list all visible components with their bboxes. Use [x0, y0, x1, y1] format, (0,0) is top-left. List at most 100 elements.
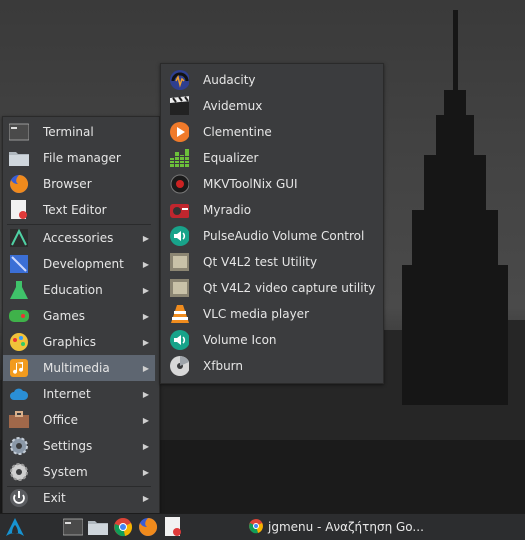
text-editor-icon: [9, 200, 29, 220]
submenu-arrow-icon: ▶: [142, 441, 149, 451]
system-icon: [9, 462, 29, 482]
taskbar-task-jgmenu[interactable]: jgmenu - Αναζήτηση Go...: [248, 516, 424, 538]
menu-item-label: VLC media player: [203, 307, 310, 321]
equalizer-icon: [169, 148, 189, 168]
chrome-launcher-icon[interactable]: [113, 517, 133, 537]
menu-item-exit[interactable]: Exit ▶: [3, 485, 155, 511]
menu-item-label: Office: [43, 413, 79, 427]
menu-item-label: Exit: [43, 491, 66, 505]
menu-item-internet[interactable]: Internet ▶: [3, 381, 155, 407]
menu-item-label: Myradio: [203, 203, 252, 217]
arch-logo-icon[interactable]: [5, 517, 25, 537]
multimedia-submenu: Audacity Avidemux Clementine Equalizer M…: [160, 63, 384, 384]
menu-item-browser[interactable]: Browser: [3, 171, 155, 197]
avidemux-icon: [169, 96, 189, 116]
menu-item-label: File manager: [43, 151, 121, 165]
menu-item-label: Qt V4L2 test Utility: [203, 255, 318, 269]
menu-item-text-editor[interactable]: Text Editor: [3, 197, 155, 223]
menu-item-label: Terminal: [43, 125, 94, 139]
menu-item-qt-v4l2-test[interactable]: Qt V4L2 test Utility: [161, 249, 383, 275]
menu-item-label: Multimedia: [43, 361, 110, 375]
power-icon: [9, 488, 29, 508]
submenu-arrow-icon: ▶: [142, 311, 149, 321]
vlc-icon: [169, 304, 189, 324]
myradio-icon: [169, 200, 189, 220]
text-editor-launcher-icon[interactable]: [163, 517, 183, 537]
menu-item-label: Accessories: [43, 231, 114, 245]
qt-v4l2-capture-icon: [169, 278, 189, 298]
menu-item-terminal[interactable]: Terminal: [3, 119, 155, 145]
menu-item-multimedia[interactable]: Multimedia ▶: [3, 355, 155, 381]
menu-item-label: Avidemux: [203, 99, 263, 113]
menu-item-education[interactable]: Education ▶: [3, 277, 155, 303]
accessories-icon: [9, 228, 29, 248]
menu-item-clementine[interactable]: Clementine: [161, 119, 383, 145]
menu-item-development[interactable]: Development ▶: [3, 251, 155, 277]
menu-item-file-manager[interactable]: File manager: [3, 145, 155, 171]
menu-item-label: MKVToolNix GUI: [203, 177, 298, 191]
terminal-icon: [9, 122, 29, 142]
menu-item-system[interactable]: System ▶: [3, 459, 155, 485]
xfburn-icon: [169, 356, 189, 376]
submenu-arrow-icon: ▶: [142, 285, 149, 295]
menu-item-label: Xfburn: [203, 359, 243, 373]
gear-icon: [9, 436, 29, 456]
submenu-arrow-icon: ▶: [142, 233, 149, 243]
menu-item-games[interactable]: Games ▶: [3, 303, 155, 329]
menu-item-label: Development: [43, 257, 124, 271]
taskbar: jgmenu - Αναζήτηση Go...: [0, 513, 525, 540]
menu-item-settings[interactable]: Settings ▶: [3, 433, 155, 459]
menu-item-qt-v4l2-capture[interactable]: Qt V4L2 video capture utility: [161, 275, 383, 301]
audacity-icon: [169, 70, 189, 90]
menu-item-pulseaudio[interactable]: PulseAudio Volume Control: [161, 223, 383, 249]
development-icon: [9, 254, 29, 274]
submenu-arrow-icon: ▶: [142, 415, 149, 425]
menu-item-label: Internet: [43, 387, 91, 401]
menu-item-label: Browser: [43, 177, 92, 191]
menu-item-mkvtoolnix[interactable]: MKVToolNix GUI: [161, 171, 383, 197]
menu-item-label: Graphics: [43, 335, 96, 349]
office-icon: [9, 410, 29, 430]
qt-v4l2-icon: [169, 252, 189, 272]
menu-item-volume-icon[interactable]: Volume Icon: [161, 327, 383, 353]
menu-item-label: Equalizer: [203, 151, 259, 165]
menu-item-label: System: [43, 465, 88, 479]
task-title: jgmenu - Αναζήτηση Go...: [268, 520, 424, 534]
education-icon: [9, 280, 29, 300]
pulseaudio-icon: [169, 226, 189, 246]
menu-item-avidemux[interactable]: Avidemux: [161, 93, 383, 119]
menu-item-label: Education: [43, 283, 103, 297]
menu-item-equalizer[interactable]: Equalizer: [161, 145, 383, 171]
menu-item-label: Text Editor: [43, 203, 107, 217]
submenu-arrow-icon: ▶: [142, 337, 149, 347]
submenu-arrow-icon: ▶: [142, 259, 149, 269]
submenu-arrow-icon: ▶: [142, 389, 149, 399]
firefox-launcher-icon[interactable]: [138, 517, 158, 537]
submenu-arrow-icon: ▶: [142, 363, 149, 373]
folder-icon: [9, 148, 29, 168]
file-manager-launcher-icon[interactable]: [88, 517, 108, 537]
menu-item-label: Settings: [43, 439, 93, 453]
terminal-launcher-icon[interactable]: [63, 517, 83, 537]
menu-item-office[interactable]: Office ▶: [3, 407, 155, 433]
volume-icon: [169, 330, 189, 350]
submenu-arrow-icon: ▶: [142, 493, 149, 503]
menu-item-label: PulseAudio Volume Control: [203, 229, 365, 243]
multimedia-icon: [9, 358, 29, 378]
menu-item-accessories[interactable]: Accessories ▶: [3, 225, 155, 251]
menu-item-audacity[interactable]: Audacity: [161, 67, 383, 93]
menu-item-label: Qt V4L2 video capture utility: [203, 281, 376, 295]
firefox-icon: [9, 174, 29, 194]
menu-item-myradio[interactable]: Myradio: [161, 197, 383, 223]
menu-item-label: Volume Icon: [203, 333, 277, 347]
graphics-icon: [9, 332, 29, 352]
games-icon: [9, 306, 29, 326]
clementine-icon: [169, 122, 189, 142]
mkvtoolnix-icon: [169, 174, 189, 194]
menu-item-graphics[interactable]: Graphics ▶: [3, 329, 155, 355]
menu-item-label: Clementine: [203, 125, 272, 139]
menu-item-xfburn[interactable]: Xfburn: [161, 353, 383, 379]
chrome-icon: [248, 518, 264, 537]
menu-item-vlc[interactable]: VLC media player: [161, 301, 383, 327]
main-menu: Terminal File manager Browser Text Edito…: [2, 116, 160, 515]
